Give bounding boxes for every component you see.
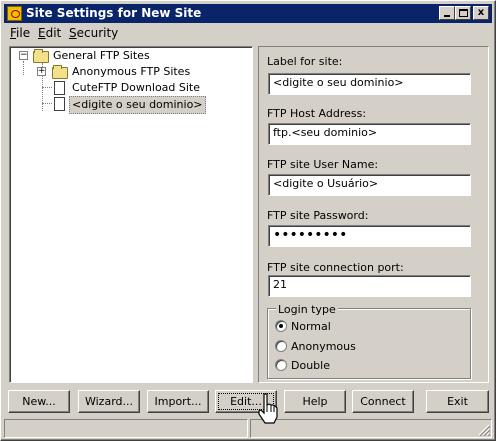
status-bar xyxy=(4,419,492,438)
wizard-button[interactable]: Wizard... xyxy=(78,390,140,413)
close-button[interactable]: x xyxy=(473,6,489,20)
tree-item-label: Anonymous FTP Sites xyxy=(72,65,191,78)
port-label: FTP site connection port: xyxy=(267,261,404,274)
minimize-icon xyxy=(444,15,450,17)
site-document-icon xyxy=(54,97,65,111)
radio-double[interactable] xyxy=(275,359,287,371)
site-tree[interactable]: − General FTP Sites + Anonymous FTP Site… xyxy=(9,46,253,383)
menu-bar: File Edit Security xyxy=(4,24,492,42)
radio-anonymous-label[interactable]: Anonymous xyxy=(291,340,356,353)
close-icon: x xyxy=(477,7,485,18)
resize-grip-icon[interactable] xyxy=(478,424,490,436)
radio-anonymous[interactable] xyxy=(275,340,287,352)
user-name-label: FTP site User Name: xyxy=(267,158,379,171)
mouse-pointer-hand-icon xyxy=(258,393,278,424)
site-document-icon xyxy=(54,81,65,95)
tree-item-label: General FTP Sites xyxy=(53,49,150,62)
user-name-input[interactable]: <digite o Usuário> xyxy=(268,174,471,196)
tree-item-anonymous-ftp-sites[interactable]: + Anonymous FTP Sites xyxy=(10,64,250,80)
label-for-site-input[interactable]: <digite o seu dominio> xyxy=(268,73,471,95)
cuteftp-app-icon xyxy=(7,6,22,21)
radio-double-label[interactable]: Double xyxy=(291,359,330,372)
connect-button[interactable]: Connect xyxy=(352,390,414,413)
exit-button[interactable]: Exit xyxy=(426,390,489,413)
login-type-title: Login type xyxy=(276,303,338,316)
menu-edit[interactable]: Edit xyxy=(38,26,61,40)
status-pane-left xyxy=(4,419,248,438)
title-bar[interactable]: Site Settings for New Site x xyxy=(4,4,492,23)
password-label: FTP site Password: xyxy=(267,209,369,222)
port-input[interactable]: 21 xyxy=(268,275,471,297)
import-button[interactable]: Import... xyxy=(147,390,209,413)
radio-normal[interactable] xyxy=(275,320,287,332)
menu-security[interactable]: Security xyxy=(69,26,118,40)
collapse-icon[interactable]: − xyxy=(19,51,28,60)
maximize-button[interactable] xyxy=(455,6,471,20)
label-for-site-label: Label for site: xyxy=(267,55,343,68)
status-pane-right xyxy=(250,419,492,438)
tree-item-general-ftp-sites[interactable]: − General FTP Sites xyxy=(10,48,250,64)
menu-file[interactable]: File xyxy=(10,26,30,40)
new-button[interactable]: New... xyxy=(8,390,70,413)
host-address-label: FTP Host Address: xyxy=(267,107,367,120)
minimize-button[interactable] xyxy=(439,6,455,20)
site-settings-window: Site Settings for New Site x File Edit S… xyxy=(0,0,496,441)
folder-open-icon xyxy=(33,49,49,63)
password-input[interactable]: ••••••••• xyxy=(268,225,471,247)
tree-item-label: CuteFTP Download Site xyxy=(72,81,201,94)
maximize-icon xyxy=(459,9,468,17)
window-title: Site Settings for New Site xyxy=(26,6,202,20)
expand-icon[interactable]: + xyxy=(37,67,46,76)
host-address-input[interactable]: ftp.<seu dominio> xyxy=(268,123,471,145)
folder-icon xyxy=(52,65,68,79)
help-button[interactable]: Help xyxy=(284,390,346,413)
tree-item-cuteftp-download-site[interactable]: CuteFTP Download Site xyxy=(10,80,250,96)
radio-normal-label[interactable]: Normal xyxy=(291,320,331,333)
tree-item-label: <digite o seu dominio> xyxy=(69,96,206,114)
tree-item-new-site[interactable]: <digite o seu dominio> xyxy=(10,96,250,114)
